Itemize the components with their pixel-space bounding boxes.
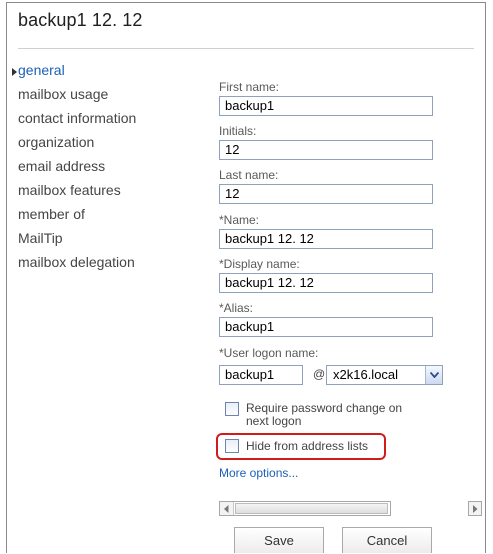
last-name-field[interactable]: 12 [219, 184, 433, 204]
page-title: backup1 12. 12 [18, 10, 143, 30]
nav-item-general[interactable]: general [18, 62, 65, 78]
last-name-label: Last name: [219, 168, 279, 182]
nav-item-member-of[interactable]: member of [18, 206, 85, 222]
nav-item-contact-information[interactable]: contact information [18, 110, 136, 126]
nav-item-organization[interactable]: organization [18, 134, 94, 150]
at-sign: @ [313, 367, 326, 381]
first-name-label: First name: [219, 80, 280, 94]
require-password-change-label: Require password change on next logon [246, 401, 403, 428]
display-name-field[interactable]: backup1 12. 12 [219, 273, 433, 293]
require-password-change-checkbox[interactable] [225, 402, 239, 416]
domain-select[interactable]: x2k16.local [326, 365, 443, 385]
save-button[interactable]: Save [234, 527, 324, 553]
alias-field[interactable]: backup1 [219, 317, 433, 337]
horizontal-scrollbar[interactable] [219, 501, 391, 516]
domain-select-value: x2k16.local [333, 367, 399, 382]
alias-label: *Alias: [219, 301, 254, 315]
first-name-field[interactable]: backup1 [219, 96, 433, 116]
nav-item-email-address[interactable]: email address [18, 158, 105, 174]
user-logon-name-field[interactable]: backup1 [219, 365, 303, 385]
name-field[interactable]: backup1 12. 12 [219, 229, 433, 249]
scrollbar-thumb[interactable] [235, 503, 388, 514]
nav-item-mailbox-usage[interactable]: mailbox usage [18, 86, 108, 102]
chevron-down-icon[interactable] [425, 366, 442, 384]
scroll-left-icon[interactable] [220, 502, 234, 515]
initials-label: Initials: [219, 124, 257, 138]
user-logon-name-label: *User logon name: [219, 346, 319, 360]
nav-item-mailbox-features[interactable]: mailbox features [18, 182, 121, 198]
nav-item-mailbox-delegation[interactable]: mailbox delegation [18, 254, 135, 270]
title-divider [18, 48, 474, 49]
expand-arrow-icon [12, 68, 17, 76]
initials-field[interactable]: 12 [219, 140, 433, 160]
nav-item-mailtip[interactable]: MailTip [18, 230, 63, 246]
name-label: *Name: [219, 213, 260, 227]
more-options-link[interactable]: More options... [219, 466, 298, 480]
display-name-label: *Display name: [219, 257, 300, 271]
scroll-right-icon[interactable] [468, 501, 482, 516]
highlight-box [216, 433, 386, 460]
cancel-button[interactable]: Cancel [342, 527, 432, 553]
